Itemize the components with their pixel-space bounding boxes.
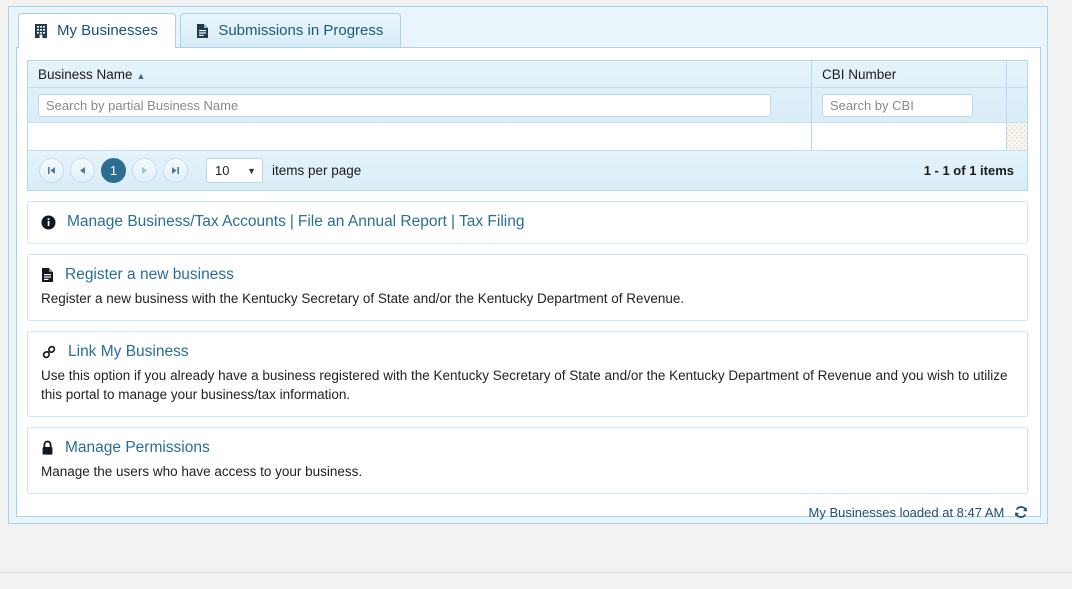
panel-register-new-business: Register a new business Register a new b… (27, 254, 1028, 321)
column-business-name: Business Name ▲ (28, 61, 811, 123)
load-status-row: My Businesses loaded at 8:47 AM (27, 505, 1030, 520)
manage-permissions-header: Manage Permissions (41, 439, 1014, 457)
last-page-icon (171, 166, 180, 175)
panel-quick-links: Manage Business/Tax Accounts|File an Ann… (27, 201, 1028, 244)
grid-pager: 1 10 ▼ items per page 1 - 1 of 1 items (28, 151, 1027, 190)
link-link-my-business[interactable]: Link My Business (68, 343, 189, 361)
link-my-business-header: Link My Business (41, 343, 1014, 361)
pager-first-button[interactable] (39, 158, 64, 183)
grid-body (28, 123, 1027, 151)
link-register-a-new-business[interactable]: Register a new business (65, 266, 234, 284)
next-page-icon (140, 166, 149, 175)
vertical-scrollbar[interactable] (1006, 123, 1027, 151)
panel-manage-permissions: Manage Permissions Manage the users who … (27, 427, 1028, 494)
quick-links-group: Manage Business/Tax Accounts|File an Ann… (67, 213, 524, 231)
search-input-business-name[interactable] (38, 94, 771, 117)
table-row-cell-cbi-number[interactable] (811, 123, 1006, 151)
tab-panel-my-businesses: Business Name ▲ CBI Number (16, 47, 1041, 517)
column-header-cbi-number[interactable]: CBI Number (812, 61, 1006, 88)
page-size-value: 10 (215, 163, 229, 178)
first-page-icon (47, 166, 56, 175)
tab-label: My Businesses (57, 22, 158, 39)
scrollbar-gutter-filter (1007, 88, 1027, 123)
tab-submissions-in-progress[interactable]: Submissions in Progress (180, 13, 401, 47)
filter-cell-business-name (28, 88, 811, 123)
grid-header-row: Business Name ▲ CBI Number (28, 61, 1027, 123)
page-divider (0, 572, 1072, 573)
link-separator: | (451, 213, 455, 230)
building-icon (34, 23, 48, 39)
info-icon (41, 215, 56, 230)
document-icon (41, 267, 54, 283)
panel-link-my-business: Link My Business Use this option if you … (27, 331, 1028, 417)
link-icon (41, 344, 57, 360)
grid-scrollbar-gutter (1006, 61, 1027, 123)
register-new-business-header: Register a new business (41, 266, 1014, 284)
column-header-label: CBI Number (822, 67, 896, 82)
column-header-label: Business Name (38, 67, 133, 82)
pager-next-button[interactable] (132, 158, 157, 183)
tab-container: My Businesses Submissions in Progress (8, 6, 1048, 524)
items-per-page-label: items per page (272, 163, 361, 178)
pager-page-1-button[interactable]: 1 (101, 158, 126, 183)
refresh-icon[interactable] (1014, 505, 1028, 519)
app-screen: My Businesses Submissions in Progress (0, 0, 1072, 589)
tab-label: Submissions in Progress (218, 22, 383, 39)
page-size-select[interactable]: 10 ▼ (206, 158, 263, 183)
link-my-business-description: Use this option if you already have a bu… (41, 366, 1014, 404)
column-header-business-name[interactable]: Business Name ▲ (28, 61, 811, 88)
tab-my-businesses[interactable]: My Businesses (18, 13, 176, 47)
table-row-cell-business-name[interactable] (28, 123, 811, 151)
tab-strip: My Businesses Submissions in Progress (9, 7, 1047, 47)
manage-permissions-description: Manage the users who have access to your… (41, 462, 1014, 481)
pager-item-range: 1 - 1 of 1 items (924, 163, 1014, 178)
link-separator: | (290, 213, 294, 230)
link-file-an-annual-report[interactable]: File an Annual Report (298, 213, 447, 230)
filter-cell-cbi-number (812, 88, 1006, 123)
link-tax-filing[interactable]: Tax Filing (459, 213, 524, 230)
chevron-down-icon: ▼ (247, 166, 256, 176)
document-icon (196, 23, 209, 39)
column-cbi-number: CBI Number (811, 61, 1006, 123)
lock-icon (41, 440, 54, 456)
quick-links-row: Manage Business/Tax Accounts|File an Ann… (41, 213, 1014, 231)
search-input-cbi-number[interactable] (822, 94, 973, 117)
pager-previous-button[interactable] (70, 158, 95, 183)
link-manage-permissions[interactable]: Manage Permissions (65, 439, 210, 457)
register-new-business-description: Register a new business with the Kentuck… (41, 289, 1014, 308)
load-status-text: My Businesses loaded at 8:47 AM (809, 505, 1005, 520)
business-grid: Business Name ▲ CBI Number (27, 60, 1028, 191)
link-manage-business-tax-accounts[interactable]: Manage Business/Tax Accounts (67, 213, 286, 230)
previous-page-icon (78, 166, 87, 175)
sort-ascending-icon: ▲ (137, 71, 146, 81)
pager-last-button[interactable] (163, 158, 188, 183)
scrollbar-gutter-header (1007, 61, 1027, 88)
